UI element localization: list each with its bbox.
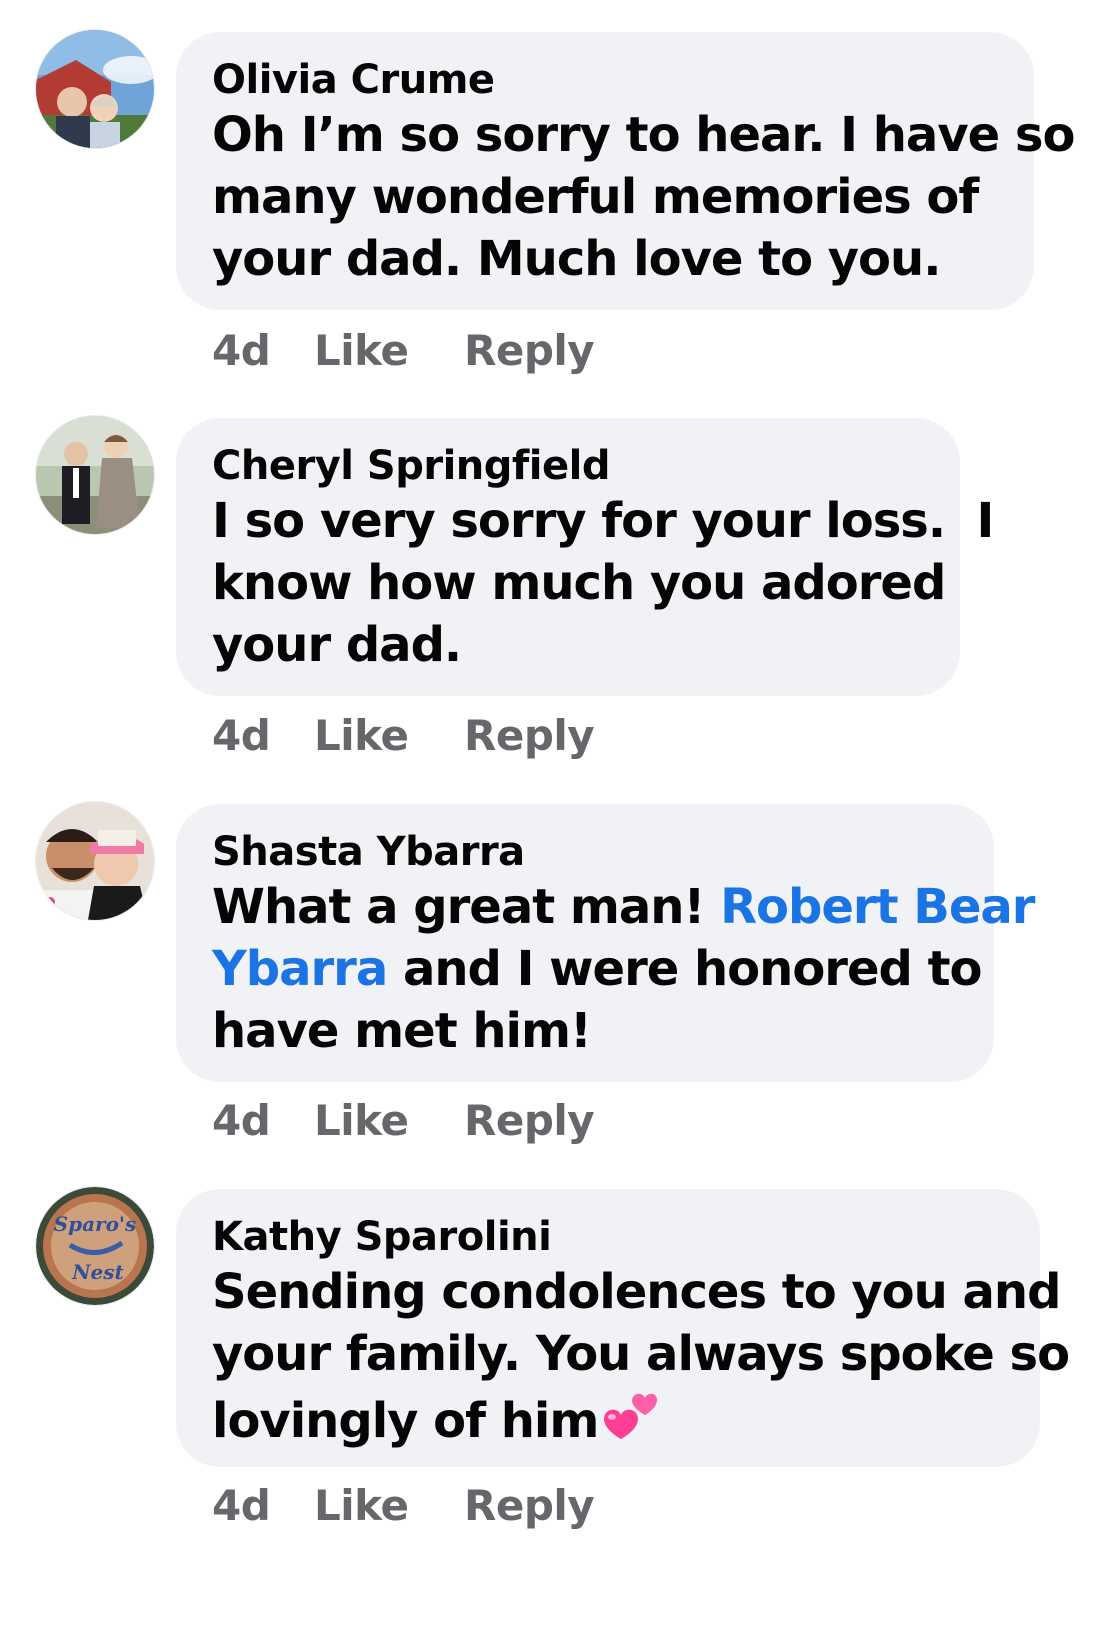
like-button[interactable]: Like — [314, 711, 464, 760]
comment-text-line: Sending condolences to you and — [212, 1264, 1061, 1320]
comment-timestamp: 4d — [212, 710, 271, 760]
comment-actions: 4d Like Reply — [212, 1475, 595, 1535]
comment-author[interactable]: Olivia Crume — [212, 56, 998, 104]
comment-author[interactable]: Cheryl Springfield — [212, 442, 924, 490]
comment-text-line: lovingly of him — [212, 1385, 1004, 1452]
comment-actions: 4d Like Reply — [212, 705, 595, 765]
like-button[interactable]: Like — [314, 1481, 464, 1530]
comment-text-segment: What a great man! — [212, 879, 721, 935]
avatar-photo — [36, 30, 154, 148]
comment-text: Oh I’m so sorry to hear. I have so many … — [212, 104, 1075, 290]
comment-text-line: have met him! — [212, 1003, 592, 1059]
comment-bubble: Kathy Sparolini Sending condolences to y… — [176, 1189, 1070, 1467]
two-hearts-icon — [604, 1393, 658, 1439]
mention-link[interactable]: Ybarra — [212, 941, 388, 997]
comment-text-line: What a great man! Robert Bear — [212, 876, 1035, 938]
comment-timestamp: 4d — [212, 325, 271, 375]
reply-button[interactable]: Reply — [464, 1096, 595, 1145]
reply-button[interactable]: Reply — [464, 326, 595, 375]
comment-text: What a great man! Robert Bear Ybarra and… — [212, 876, 1035, 1062]
comment-text-line: your family. You always spoke so — [212, 1326, 1070, 1382]
comment-text-line: many wonderful memories of — [212, 169, 979, 225]
comment-actions: 4d Like Reply — [212, 1090, 595, 1150]
comment-timestamp: 4d — [212, 1480, 271, 1530]
comment-timestamp: 4d — [212, 1095, 271, 1145]
comment-text-line: Oh I’m so sorry to hear. I have so — [212, 107, 1075, 163]
comment-text-line: know how much you adored — [212, 555, 946, 611]
comment-text-line: your dad. Much love to you. — [212, 231, 941, 287]
comment-text-line: Ybarra and I were honored to — [212, 938, 983, 1000]
reply-button[interactable]: Reply — [464, 1481, 595, 1530]
comment-bubble: Olivia Crume Oh I’m so sorry to hear. I … — [176, 32, 1075, 310]
comment-bubble: Cheryl Springfield I so very sorry for y… — [176, 418, 994, 696]
comment-text-line: I so very sorry for your loss. I — [212, 493, 994, 549]
comment-actions: 4d Like Reply — [212, 320, 595, 380]
like-button[interactable]: Like — [314, 1096, 464, 1145]
comment-text-segment: and I were honored to — [387, 941, 983, 997]
avatar-logo-text: Sparo's — [54, 1212, 137, 1236]
mention-link[interactable]: Robert Bear — [720, 879, 1035, 935]
like-button[interactable]: Like — [314, 326, 464, 375]
avatar-logo-text: Nest — [71, 1260, 124, 1284]
comment-author[interactable]: Kathy Sparolini — [212, 1213, 1004, 1261]
avatar-photo: Sparo's Nest — [36, 1187, 154, 1305]
reply-button[interactable]: Reply — [464, 711, 595, 760]
comment-text: Sending condolences to you and your fami… — [212, 1261, 1070, 1452]
comment-author[interactable]: Shasta Ybarra — [212, 828, 958, 876]
comment-text-segment: lovingly of him — [212, 1393, 599, 1449]
avatar[interactable]: Sparo's Nest — [36, 1187, 154, 1305]
comment-text: I so very sorry for your loss. I know ho… — [212, 490, 994, 676]
avatar-photo — [36, 416, 154, 534]
comment-text-line: your dad. — [212, 617, 462, 673]
avatar[interactable] — [36, 802, 154, 920]
avatar-photo — [36, 802, 154, 920]
avatar[interactable] — [36, 416, 154, 534]
avatar[interactable] — [36, 30, 154, 148]
comment-bubble: Shasta Ybarra What a great man! Robert B… — [176, 804, 1035, 1082]
